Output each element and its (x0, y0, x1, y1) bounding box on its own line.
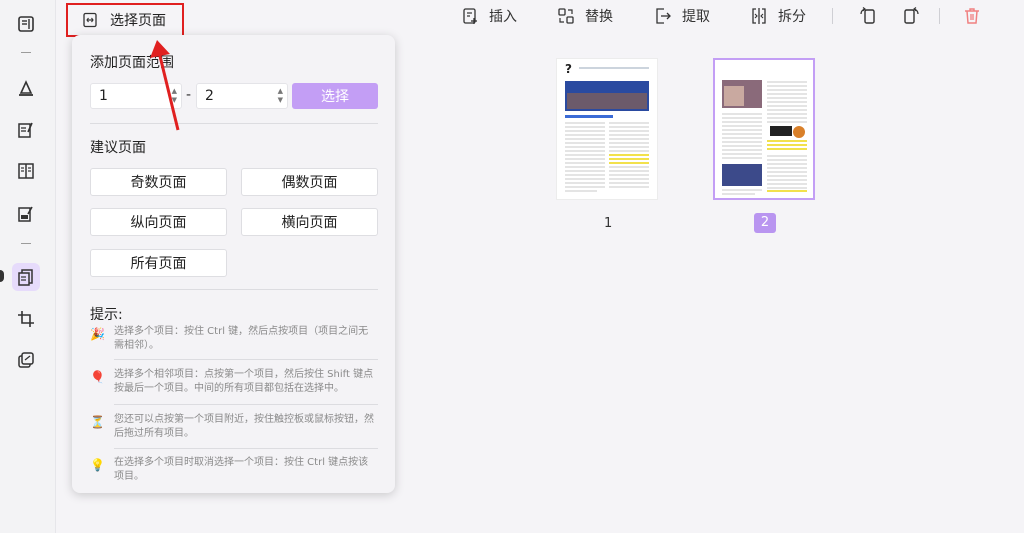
page-number-1: 1 (604, 216, 613, 231)
replace-icon (558, 8, 574, 24)
rotate-right-icon[interactable] (901, 6, 921, 26)
odd-pages-button[interactable]: 奇数页面 (90, 168, 227, 196)
page-thumbnail-2[interactable] (713, 58, 815, 200)
page-number-2[interactable]: 2 (754, 213, 776, 233)
tip-text: 选择多个相邻项目：点按第一个项目，然后按住 Shift 键点按最后一个项目。中间… (114, 369, 374, 394)
lightbulb-icon: 💡 (90, 458, 105, 472)
page-thumbnail-1[interactable]: ? (556, 58, 658, 200)
delete-icon[interactable] (962, 6, 982, 26)
left-sidebar (0, 0, 56, 533)
select-range-button[interactable]: 选择 (292, 83, 378, 109)
svg-text:?: ? (565, 62, 572, 76)
select-pages-panel: 添加页面范围 1 ▲ ▼ - 2 ▲ ▼ 选择 建议页面 奇数页面 偶数页面 纵向页… (72, 35, 395, 493)
insert-button[interactable]: 插入 (461, 6, 517, 26)
split-icon (752, 8, 766, 24)
tip-item: 🎈 选择多个相邻项目：点按第一个项目，然后按住 Shift 键点按最后一个项目。… (90, 368, 378, 396)
select-pages-icon (83, 12, 97, 28)
range-from-value: 1 (99, 88, 108, 104)
landscape-pages-button[interactable]: 横向页面 (241, 208, 378, 236)
tip-text: 选择多个项目：按住 Ctrl 键，然后点按项目（项目之间无需相邻）。 (114, 326, 369, 351)
even-pages-button[interactable]: 偶数页面 (241, 168, 378, 196)
batch-icon[interactable] (12, 346, 40, 374)
sidebar-divider (21, 52, 31, 53)
sidebar-indicator (0, 270, 4, 282)
top-toolbar: 选择页面 插入 替换 提取 拆分 (56, 0, 1024, 37)
insert-icon (463, 8, 477, 24)
divider (114, 404, 378, 405)
select-pages-button[interactable]: 选择页面 (66, 3, 184, 37)
tip-text: 您还可以点按第一个项目附近，按住触控板或鼠标按钮，然后拖过所有项目。 (114, 414, 374, 439)
tip-item: 💡 在选择多个项目时取消选择一个项目：按住 Ctrl 键点按该项目。 (90, 456, 378, 484)
crop-icon[interactable] (12, 305, 40, 333)
extract-button[interactable]: 提取 (654, 6, 710, 26)
organize-pages-icon[interactable] (12, 263, 40, 291)
split-button[interactable]: 拆分 (750, 6, 806, 26)
divider (114, 359, 378, 360)
tips-title: 提示: (90, 307, 123, 323)
party-icon: 🎉 (90, 327, 105, 341)
range-to-value: 2 (205, 88, 214, 104)
select-pages-label: 选择页面 (110, 13, 166, 29)
extract-label: 提取 (682, 9, 710, 25)
page-preview: ? (565, 62, 649, 192)
annotation-arrow (150, 40, 180, 131)
spinner-arrows-icon[interactable]: ▲ ▼ (278, 87, 283, 105)
divider (90, 123, 378, 124)
split-label: 拆分 (778, 9, 806, 25)
highlight-icon[interactable] (12, 74, 40, 102)
divider (90, 289, 378, 290)
toolbar-divider (939, 8, 940, 24)
reader-icon[interactable] (12, 10, 40, 38)
rotate-left-icon[interactable] (858, 6, 878, 26)
replace-button[interactable]: 替换 (557, 6, 613, 26)
hourglass-icon: ⏳ (90, 415, 105, 429)
toolbar-divider (832, 8, 833, 24)
divider (114, 448, 378, 449)
replace-label: 替换 (585, 9, 613, 25)
page-preview (722, 80, 807, 195)
tip-item: 🎉 选择多个项目：按住 Ctrl 键，然后点按项目（项目之间无需相邻）。 (90, 325, 378, 353)
range-to-input[interactable]: 2 ▲ ▼ (196, 83, 288, 109)
form-icon[interactable] (12, 200, 40, 228)
edit-icon[interactable] (12, 116, 40, 144)
suggest-title: 建议页面 (90, 140, 146, 156)
balloon-icon: 🎈 (90, 370, 105, 384)
compare-icon[interactable] (12, 157, 40, 185)
extract-icon (656, 8, 671, 24)
tip-text: 在选择多个项目时取消选择一个项目：按住 Ctrl 键点按该项目。 (114, 457, 369, 482)
sidebar-divider (21, 243, 31, 244)
insert-label: 插入 (489, 9, 517, 25)
tip-item: ⏳ 您还可以点按第一个项目附近，按住触控板或鼠标按钮，然后拖过所有项目。 (90, 413, 378, 441)
all-pages-button[interactable]: 所有页面 (90, 249, 227, 277)
portrait-pages-button[interactable]: 纵向页面 (90, 208, 227, 236)
